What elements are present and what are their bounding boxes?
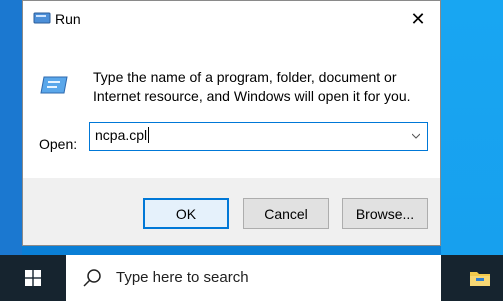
desktop-background <box>0 0 22 255</box>
browse-button[interactable]: Browse... <box>342 198 428 229</box>
search-icon <box>83 269 101 287</box>
ok-button[interactable]: OK <box>143 198 229 229</box>
open-input-value: ncpa.cpl <box>95 127 148 143</box>
dialog-title: Run <box>55 11 81 27</box>
run-program-icon <box>40 76 68 94</box>
start-button[interactable] <box>0 255 66 301</box>
dialog-footer: OK Cancel Browse... <box>23 178 440 245</box>
taskbar: Type here to search <box>0 255 503 301</box>
open-input[interactable]: ncpa.cpl <box>95 127 150 143</box>
open-label: Open: <box>39 136 78 152</box>
desktop-background-right <box>441 0 503 255</box>
file-explorer-icon[interactable] <box>469 269 491 287</box>
chevron-down-icon[interactable] <box>412 132 420 140</box>
close-button[interactable]: ✕ <box>396 1 440 37</box>
text-cursor <box>148 127 150 143</box>
open-combobox[interactable]: ncpa.cpl <box>89 122 428 151</box>
taskbar-search-box[interactable]: Type here to search <box>66 255 441 301</box>
dialog-description: Type the name of a program, folder, docu… <box>93 69 411 104</box>
run-icon <box>33 12 51 24</box>
cancel-button[interactable]: Cancel <box>243 198 329 229</box>
close-icon: ✕ <box>410 8 426 29</box>
title-bar[interactable]: Run ✕ <box>23 1 440 37</box>
run-dialog: Run ✕ Type the name of a program, folder… <box>22 0 441 246</box>
search-placeholder: Type here to search <box>116 269 249 286</box>
windows-start-icon <box>25 270 41 286</box>
